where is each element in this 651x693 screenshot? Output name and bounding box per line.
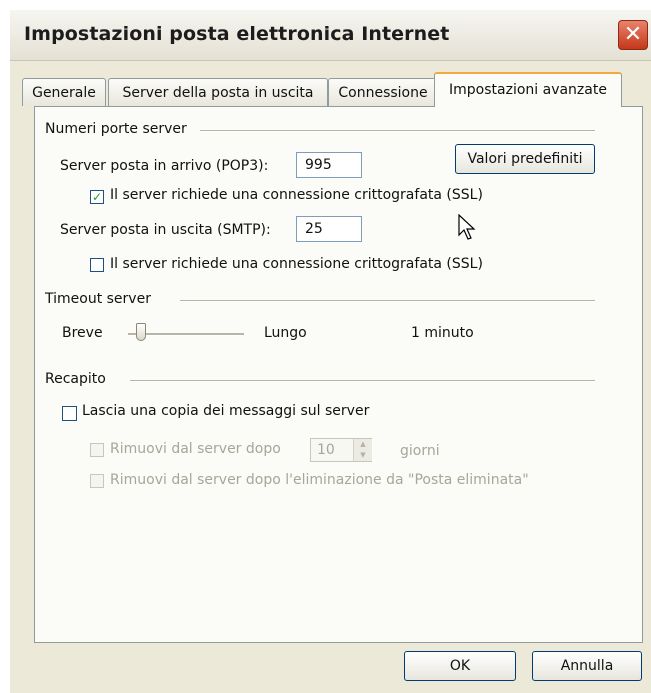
group-divider xyxy=(200,130,595,132)
group-divider xyxy=(130,380,595,382)
timeout-long-label: Lungo xyxy=(264,325,307,341)
tab-generale[interactable]: Generale xyxy=(22,78,106,106)
ok-button[interactable]: OK xyxy=(404,651,516,681)
outgoing-ssl-checkbox[interactable] xyxy=(90,258,104,272)
timeout-short-label: Breve xyxy=(62,325,103,341)
spin-up-icon[interactable]: ▲ xyxy=(354,439,372,450)
days-label: giorni xyxy=(400,443,440,459)
outgoing-port-label: Server posta in uscita (SMTP): xyxy=(60,222,271,238)
outgoing-ssl-label: Il server richiede una connessione critt… xyxy=(110,256,483,272)
timeout-group-label: Timeout server xyxy=(45,291,161,307)
remove-deleted-label: Rimuovi dal server dopo l'eliminazione d… xyxy=(110,472,529,488)
ports-group-label: Numeri porte server xyxy=(45,121,197,137)
remove-after-checkbox[interactable] xyxy=(90,443,104,457)
leave-copy-label: Lascia una copia dei messaggi sul server xyxy=(82,403,370,419)
tab-connessione[interactable]: Connessione xyxy=(328,78,438,106)
remove-deleted-checkbox[interactable] xyxy=(90,474,104,488)
timeout-slider-thumb[interactable] xyxy=(136,323,146,341)
incoming-port-label: Server posta in arrivo (POP3): xyxy=(60,158,269,174)
spinner-buttons[interactable]: ▲ ▼ xyxy=(353,439,372,461)
default-values-button[interactable]: Valori predefiniti xyxy=(455,144,595,174)
remove-after-label: Rimuovi dal server dopo xyxy=(110,441,281,457)
mouse-cursor-icon xyxy=(458,214,476,240)
remove-after-days-value: 10 xyxy=(317,442,335,458)
group-divider xyxy=(180,300,595,302)
close-icon[interactable]: ✕ xyxy=(618,20,648,50)
timeout-value: 1 minuto xyxy=(411,325,474,341)
title-bar: Impostazioni posta elettronica Internet … xyxy=(10,10,651,61)
tab-impostazioni-avanzate[interactable]: Impostazioni avanzate xyxy=(434,72,622,107)
spin-down-icon[interactable]: ▼ xyxy=(354,450,372,461)
leave-copy-checkbox[interactable] xyxy=(62,406,77,421)
incoming-ssl-label: Il server richiede una connessione critt… xyxy=(110,187,483,203)
tab-server-uscita[interactable]: Server della posta in uscita xyxy=(108,78,328,106)
incoming-port-input[interactable]: 995 xyxy=(296,152,362,178)
outgoing-port-input[interactable]: 25 xyxy=(296,216,362,242)
cancel-button[interactable]: Annulla xyxy=(532,651,642,681)
incoming-ssl-checkbox[interactable]: ✓ xyxy=(90,190,104,204)
delivery-group-label: Recapito xyxy=(45,371,116,387)
window-title: Impostazioni posta elettronica Internet xyxy=(24,23,450,45)
